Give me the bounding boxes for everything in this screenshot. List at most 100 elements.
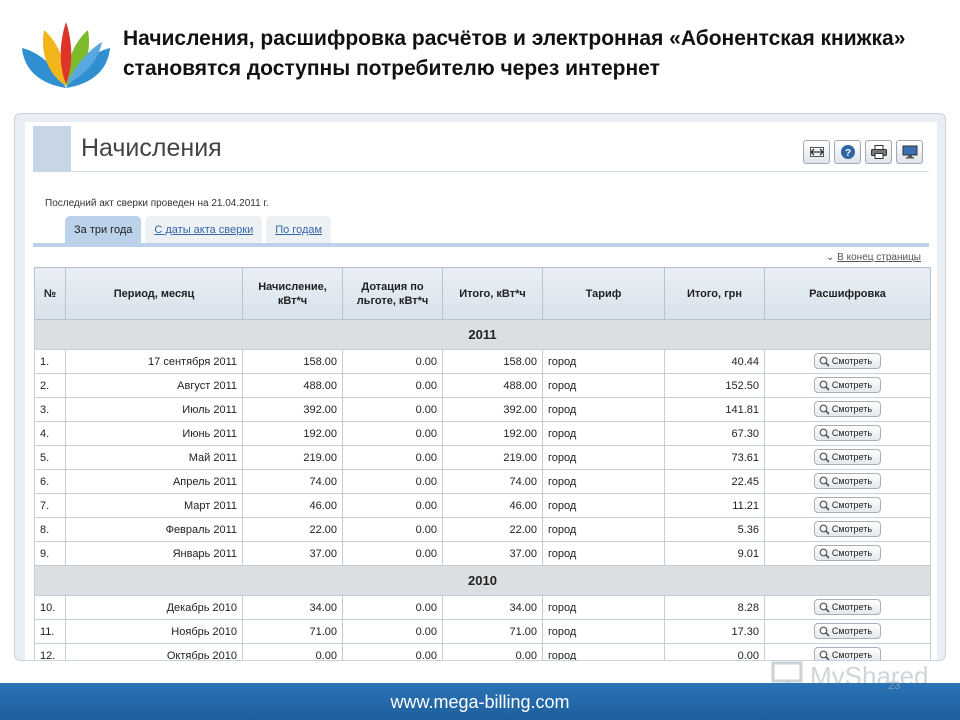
view-button[interactable]: Смотреть [813,425,882,442]
to-end-label: В конец страницы [837,252,921,263]
total-uah-cell: 141.81 [664,397,765,422]
subsidy-cell: 0.00 [342,517,443,542]
col-header-total-uah: Итого, грн [664,267,765,320]
row-number: 12. [34,643,66,660]
charge-cell: 392.00 [242,397,343,422]
period-cell: Ноябрь 2010 [65,619,243,644]
col-header-total-kwh: Итого, кВт*ч [442,267,543,320]
tariff-cell: город [542,373,665,398]
period-cell: Декабрь 2010 [65,595,243,620]
table-row: 9. Январь 2011 37.00 0.00 37.00 город 9.01 Смот… [34,541,931,566]
col-header-tariff: Тариф [542,267,665,320]
view-button-label: Смотреть [831,404,873,415]
total-kwh-cell: 488.00 [442,373,543,398]
total-kwh-cell: 192.00 [442,421,543,446]
view-button[interactable]: Смотреть [813,521,882,538]
total-kwh-cell: 46.00 [442,493,543,518]
view-button-label: Смотреть [831,380,873,391]
total-kwh-cell: 0.00 [442,643,543,660]
breakdown-cell: Смотреть [764,619,931,644]
tariff-cell: город [542,349,665,374]
tab-three-years[interactable]: За три года [65,216,142,244]
subsidy-cell: 0.00 [342,493,443,518]
row-number: 4. [34,421,66,446]
row-number: 8. [34,517,66,542]
col-header-subsidy: Дотация по льготе, кВт*ч [342,267,443,320]
help-button[interactable]: ? [834,140,861,164]
view-button[interactable]: Смотреть [813,353,882,370]
tariff-cell: город [542,541,665,566]
row-number: 9. [34,541,66,566]
view-button-label: Смотреть [831,602,873,613]
period-cell: Июль 2011 [65,397,243,422]
page-header: Начисления ? [33,126,929,172]
tab-since-reconciliation[interactable]: С даты акта сверки [145,216,263,244]
total-kwh-cell: 392.00 [442,397,543,422]
total-uah-cell: 8.28 [664,595,765,620]
view-button[interactable]: Смотреть [813,401,882,418]
breakdown-cell: Смотреть [764,517,931,542]
magnifier-icon [819,602,830,613]
tab-underline [33,243,929,247]
table-row: 5. Май 2011 219.00 0.00 219.00 город 73.61 Смот… [34,445,931,470]
reconciliation-note: Последний акт сверки проведен на 21.04.2… [45,198,269,209]
total-uah-cell: 5.36 [664,517,765,542]
total-uah-cell: 0.00 [664,643,765,660]
table-row: 3. Июль 2011 392.00 0.00 392.00 город 141.81 См… [34,397,931,422]
view-button[interactable]: Смотреть [813,545,882,562]
print-icon [870,145,887,159]
view-button[interactable]: Смотреть [813,377,882,394]
row-number: 7. [34,493,66,518]
charge-cell: 158.00 [242,349,343,374]
charge-cell: 488.00 [242,373,343,398]
magnifier-icon [819,476,830,487]
footer-site[interactable]: www.mega-billing.com [0,692,960,713]
row-number: 2. [34,373,66,398]
breakdown-cell: Смотреть [764,397,931,422]
charge-cell: 22.00 [242,517,343,542]
total-uah-cell: 67.30 [664,421,765,446]
year-label: 2010 [34,565,931,596]
view-button[interactable]: Смотреть [813,623,882,640]
total-kwh-cell: 74.00 [442,469,543,494]
tab-by-years[interactable]: По годам [266,216,332,244]
to-end-link[interactable]: ⌄ В конец страницы [826,252,921,263]
billing-page: Начисления ? Последний акт сверки провед… [25,122,937,660]
view-button[interactable]: Смотреть [813,449,882,466]
slide-title: Начисления, расшифровка расчётов и элект… [123,27,906,80]
subsidy-cell: 0.00 [342,421,443,446]
magnifier-icon [819,500,830,511]
monitor-button[interactable] [896,140,923,164]
row-number: 10. [34,595,66,620]
col-header-number: № [34,267,66,320]
breakdown-cell: Смотреть [764,541,931,566]
breakdown-cell: Смотреть [764,493,931,518]
year-group-row: 2010 [34,565,931,596]
view-button[interactable]: Смотреть [813,473,882,490]
charge-cell: 219.00 [242,445,343,470]
period-cell: Апрель 2011 [65,469,243,494]
charge-cell: 192.00 [242,421,343,446]
table-row: 7. Март 2011 46.00 0.00 46.00 город 11.21 Смотр… [34,493,931,518]
charge-cell: 34.00 [242,595,343,620]
print-button[interactable] [865,140,892,164]
row-number: 1. [34,349,66,374]
slide-number: 23 [888,680,901,692]
total-uah-cell: 40.44 [664,349,765,374]
total-kwh-cell: 71.00 [442,619,543,644]
view-button[interactable]: Смотреть [813,599,882,616]
resize-button[interactable] [803,140,830,164]
period-cell: Июнь 2011 [65,421,243,446]
row-number: 6. [34,469,66,494]
magnifier-icon [819,356,830,367]
total-uah-cell: 17.30 [664,619,765,644]
total-kwh-cell: 219.00 [442,445,543,470]
tariff-cell: город [542,493,665,518]
period-cell: Август 2011 [65,373,243,398]
view-button-label: Смотреть [831,524,873,535]
charge-cell: 37.00 [242,541,343,566]
year-group-row: 2011 [34,319,931,350]
breakdown-cell: Смотреть [764,445,931,470]
col-header-period: Период, месяц [65,267,243,320]
view-button[interactable]: Смотреть [813,497,882,514]
